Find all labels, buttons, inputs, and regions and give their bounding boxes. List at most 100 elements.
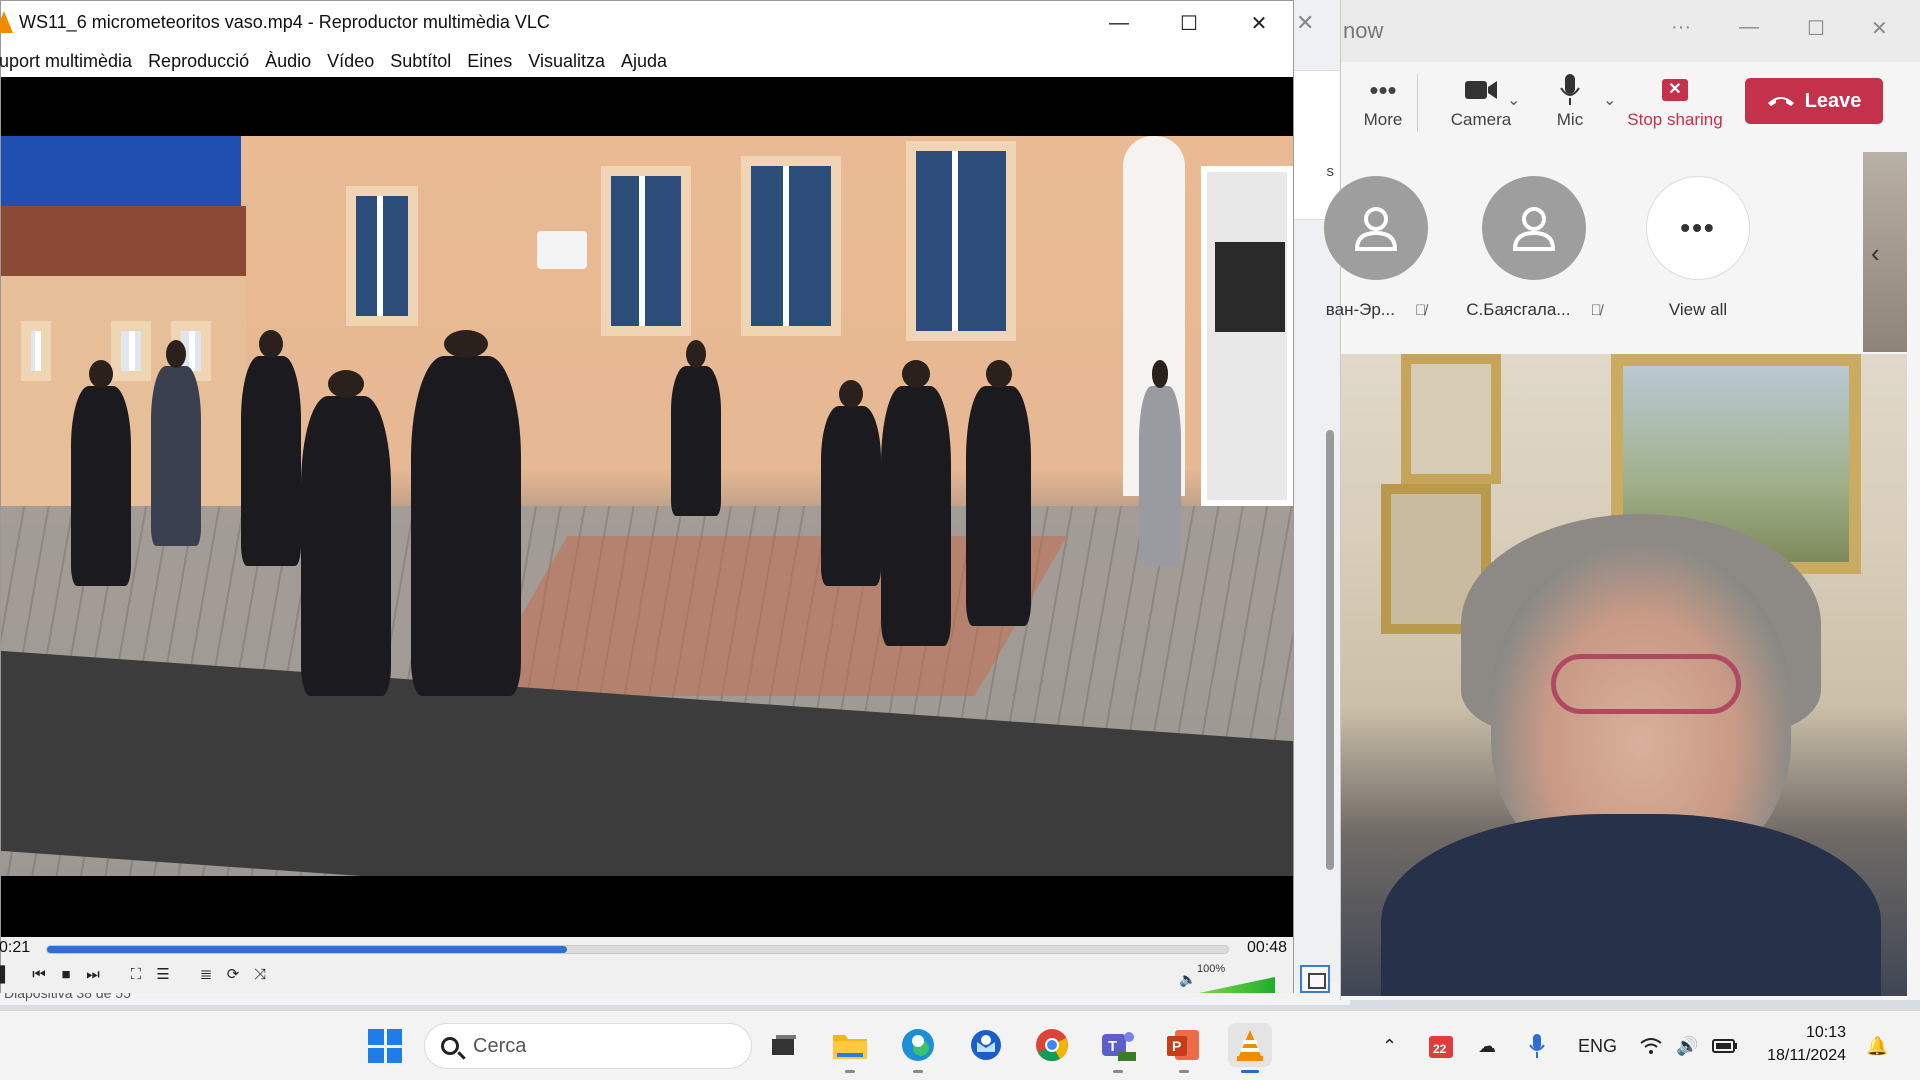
clock-date: 18/11/2024 bbox=[1767, 1047, 1846, 1064]
leave-button[interactable]: Leave bbox=[1745, 78, 1883, 124]
window bbox=[906, 141, 1016, 341]
ellipsis-icon: ••• bbox=[1646, 176, 1750, 280]
chrome-icon[interactable] bbox=[1030, 1023, 1074, 1067]
wall-picture bbox=[1401, 354, 1501, 484]
student bbox=[301, 370, 391, 696]
menu-audio[interactable]: Àudio bbox=[265, 51, 311, 72]
stop-icon[interactable]: ■ bbox=[53, 961, 79, 987]
powerpoint-icon[interactable]: P bbox=[1162, 1023, 1206, 1073]
view-all-button[interactable]: ••• View all bbox=[1623, 176, 1773, 320]
student bbox=[821, 380, 881, 586]
file-explorer-icon[interactable] bbox=[828, 1023, 872, 1073]
menu-subtitle[interactable]: Subtítol bbox=[390, 51, 451, 72]
calendar-badge: 22 bbox=[1433, 1042, 1447, 1056]
task-view-icon[interactable] bbox=[762, 1023, 806, 1067]
stop-sharing-button[interactable]: ✕ Stop sharing bbox=[1627, 70, 1723, 130]
clock[interactable]: 10:13 18/11/2024 bbox=[1760, 1021, 1846, 1067]
chevron-down-icon[interactable]: ⌄ bbox=[1603, 90, 1616, 110]
outlook-icon[interactable] bbox=[964, 1023, 1008, 1067]
search-box[interactable]: Cerca bbox=[424, 1023, 752, 1069]
window bbox=[111, 321, 151, 381]
menu-view[interactable]: Visualitza bbox=[528, 51, 605, 72]
mic-button[interactable]: Mic bbox=[1537, 70, 1603, 130]
menu-bar: uport multimèdia Reproducció Àudio Vídeo… bbox=[0, 45, 1293, 77]
ellipsis-icon: ••• bbox=[1369, 74, 1397, 105]
fullscreen-icon[interactable]: ⛶ bbox=[123, 961, 149, 987]
seek-bar[interactable] bbox=[46, 945, 1229, 954]
minimize-button[interactable]: — bbox=[1089, 5, 1149, 41]
windows-start-icon[interactable] bbox=[368, 1029, 402, 1063]
extended-settings-icon[interactable]: ☰ bbox=[150, 961, 176, 987]
participant-strip: ван-Эр... 🎙̸ С.Баясгала... 🎙̸ ••• View all… bbox=[1324, 152, 1920, 352]
participant-tile[interactable]: ван-Эр... 🎙̸ bbox=[1301, 176, 1451, 320]
air-conditioner bbox=[537, 231, 587, 269]
minimize-icon[interactable]: — bbox=[1739, 16, 1759, 39]
video-area[interactable] bbox=[1, 77, 1293, 937]
door bbox=[1201, 166, 1293, 506]
teams-meeting-window: now ··· — ☐ ✕ ••• More Camera ⌄ Mic ⌄ ✕ … bbox=[1324, 0, 1920, 1000]
edge-icon[interactable] bbox=[896, 1023, 940, 1073]
menu-playback[interactable]: Reproducció bbox=[148, 51, 249, 72]
vlc-icon bbox=[0, 11, 13, 33]
student bbox=[881, 360, 951, 646]
volume-icon[interactable]: 🔊 bbox=[1676, 1011, 1698, 1080]
search-placeholder: Cerca bbox=[473, 1034, 527, 1057]
taskbar: Cerca T P ⌃ 22 ☁ ENG 🔊 10:13 18/11/2024 … bbox=[0, 1010, 1920, 1080]
show-hidden-icons-icon[interactable]: ⌃ bbox=[1382, 1011, 1397, 1080]
window-title: WS11_6 micrometeoritos vaso.mp4 - Reprod… bbox=[19, 12, 550, 32]
speaker-glasses bbox=[1551, 654, 1741, 714]
wifi-icon[interactable] bbox=[1640, 1011, 1662, 1080]
maximize-icon[interactable]: ☐ bbox=[1807, 16, 1825, 41]
chevron-left-icon[interactable]: ‹ bbox=[1871, 238, 1880, 269]
menu-tools[interactable]: Eines bbox=[467, 51, 512, 72]
menu-help[interactable]: Ajuda bbox=[621, 51, 667, 72]
participant-tile[interactable]: С.Баясгала... 🎙̸ bbox=[1459, 176, 1609, 320]
menu-media[interactable]: uport multimèdia bbox=[0, 51, 132, 72]
volume-slider[interactable] bbox=[1199, 977, 1275, 993]
close-icon[interactable]: ✕ bbox=[1871, 16, 1888, 41]
playlist-icon[interactable]: ≣ bbox=[193, 961, 219, 987]
battery-icon[interactable] bbox=[1712, 1011, 1738, 1080]
calendar-icon[interactable]: 22 bbox=[1428, 1011, 1454, 1080]
menu-video[interactable]: Vídeo bbox=[327, 51, 374, 72]
student bbox=[71, 360, 131, 586]
video-frame bbox=[1, 136, 1293, 876]
cloud-offline-icon[interactable]: ☁ bbox=[1478, 1011, 1496, 1080]
student bbox=[241, 330, 301, 566]
volume-label: 100% bbox=[1197, 963, 1226, 975]
shuffle-icon[interactable]: ⤨ bbox=[247, 961, 273, 987]
notifications-icon[interactable]: 🔔 bbox=[1866, 1011, 1888, 1080]
window bbox=[741, 156, 841, 336]
participant-name: С.Баясгала... bbox=[1466, 300, 1571, 319]
person-icon bbox=[1354, 207, 1398, 251]
loop-icon[interactable]: ⟳ bbox=[220, 961, 246, 987]
more-options-icon[interactable]: ··· bbox=[1671, 16, 1691, 39]
maximize-button[interactable]: ☐ bbox=[1159, 5, 1219, 41]
microphone-in-use-icon[interactable] bbox=[1528, 1011, 1546, 1080]
window-mode-toggle[interactable] bbox=[1300, 965, 1330, 993]
microphone-icon bbox=[1537, 70, 1603, 110]
speaker-icon[interactable]: 🔈 bbox=[1179, 971, 1196, 988]
mic-off-icon: 🎙̸ bbox=[1414, 302, 1427, 319]
more-button[interactable]: ••• More bbox=[1341, 70, 1425, 130]
vlc-taskbar-icon[interactable] bbox=[1228, 1023, 1272, 1073]
meeting-toolbar: ••• More Camera ⌄ Mic ⌄ ✕ Stop sharing L… bbox=[1341, 62, 1920, 146]
chevron-down-icon[interactable]: ⌄ bbox=[1507, 90, 1520, 110]
scrollbar[interactable] bbox=[1326, 430, 1334, 870]
mic-off-icon: 🎙̸ bbox=[1590, 302, 1602, 319]
shared-content-thumbnail[interactable] bbox=[1863, 152, 1907, 352]
teams-new-icon[interactable]: T bbox=[1096, 1023, 1140, 1073]
student bbox=[966, 360, 1031, 626]
play-pause-icon[interactable]: ▌ bbox=[0, 961, 10, 987]
participant-video bbox=[1341, 354, 1907, 996]
window bbox=[21, 321, 51, 381]
playback-controls: 0:21 00:48 ▌ ⏮ ■ ⏭ ⛶ ☰ ≣ ⟳ ⤨ 🔈 100% bbox=[0, 937, 1293, 993]
svg-text:T: T bbox=[1108, 1038, 1117, 1055]
view-all-label: View all bbox=[1668, 300, 1728, 319]
language-indicator[interactable]: ENG bbox=[1578, 1011, 1617, 1080]
next-icon[interactable]: ⏭ bbox=[80, 961, 106, 987]
window bbox=[601, 166, 691, 336]
close-icon[interactable]: ✕ bbox=[1296, 10, 1314, 36]
close-button[interactable]: ✕ bbox=[1229, 5, 1289, 41]
previous-icon[interactable]: ⏮ bbox=[26, 961, 52, 987]
